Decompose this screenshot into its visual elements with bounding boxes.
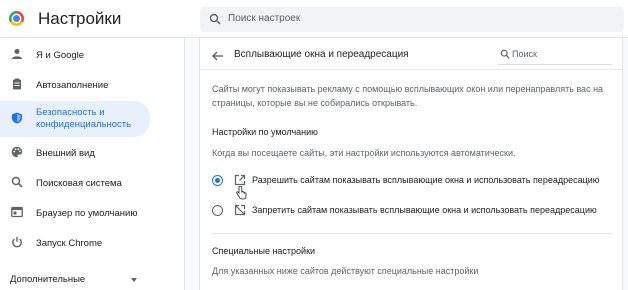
divider xyxy=(200,69,622,70)
back-arrow-icon[interactable] xyxy=(210,48,226,64)
sidebar-item-label: Безопасность и конфиденциальность xyxy=(36,107,132,130)
top-bar: Настройки Поиск настроек xyxy=(0,0,628,38)
sidebar-item-autofill[interactable]: Автозаполнение xyxy=(0,71,150,99)
sidebar-item-label: Автозаполнение xyxy=(36,80,109,91)
palette-icon xyxy=(11,146,23,158)
sidebar-item-label: Запуск Chrome xyxy=(36,238,103,249)
search-icon xyxy=(209,13,221,25)
default-settings-heading: Настройки по умолчанию xyxy=(212,127,318,137)
radio-label: Запретить сайтам показывать всплывающие … xyxy=(252,205,597,215)
custom-settings-subtext: Для указанных ниже сайтов действуют спец… xyxy=(212,266,479,276)
sidebar-item-label: Поисковая система xyxy=(36,178,122,189)
search-icon xyxy=(500,49,510,59)
sidebar-item-on-startup[interactable]: Запуск Chrome xyxy=(0,229,150,257)
sidebar-item-search-engine[interactable]: Поисковая система xyxy=(0,169,150,197)
sidebar-item-you-and-google[interactable]: Я и Google xyxy=(0,41,150,69)
hand-cursor-icon xyxy=(236,186,247,200)
chrome-logo-icon xyxy=(9,11,24,26)
settings-card: Всплывающие окна и переадресация Поиск С… xyxy=(199,38,623,290)
sidebar-item-appearance[interactable]: Внешний вид xyxy=(0,139,150,167)
clipboard-icon xyxy=(13,78,21,90)
search-icon xyxy=(11,176,23,188)
search-placeholder: Поиск настроек xyxy=(228,13,301,24)
radio-block-popups[interactable]: Запретить сайтам показывать всплывающие … xyxy=(212,199,612,223)
power-icon xyxy=(12,236,22,248)
popup-blocked-icon xyxy=(234,204,246,216)
open-in-new-icon xyxy=(234,174,246,186)
sidebar-item-label: Внешний вид xyxy=(36,148,95,159)
browser-icon xyxy=(11,206,23,218)
sidebar-item-default-browser[interactable]: Браузер по умолчанию xyxy=(0,199,150,227)
sidebar: Я и Google Автозаполнение Безопасность и… xyxy=(0,38,185,290)
shield-icon xyxy=(12,112,22,124)
sidebar-item-security-privacy[interactable]: Безопасность и конфиденциальность xyxy=(0,101,150,137)
chevron-down-icon[interactable] xyxy=(131,278,137,282)
sidebar-item-label: Я и Google xyxy=(36,50,85,61)
page-title: Всплывающие окна и переадресация xyxy=(234,49,409,60)
app-title: Настройки xyxy=(38,9,122,28)
settings-search-input[interactable]: Поиск настроек xyxy=(200,7,624,32)
radio-label: Разрешить сайтам показывать всплывающие … xyxy=(252,175,600,185)
custom-settings-heading: Специальные настройки xyxy=(212,246,316,256)
advanced-section-toggle[interactable]: Дополнительные xyxy=(10,274,85,285)
page-search-input[interactable]: Поиск xyxy=(498,45,612,65)
person-icon xyxy=(12,49,22,59)
radio-allow-popups[interactable]: Разрешить сайтам показывать всплывающие … xyxy=(212,169,612,200)
sidebar-item-label: Браузер по умолчанию xyxy=(36,208,138,219)
default-settings-subtext: Когда вы посещаете сайты, эти настройки … xyxy=(212,148,516,158)
page-description: Сайты могут показывать рекламу с помощью… xyxy=(212,84,604,108)
radio-button[interactable] xyxy=(212,205,223,216)
divider xyxy=(212,233,612,234)
radio-button[interactable] xyxy=(212,175,223,186)
search-placeholder: Поиск xyxy=(512,49,537,59)
